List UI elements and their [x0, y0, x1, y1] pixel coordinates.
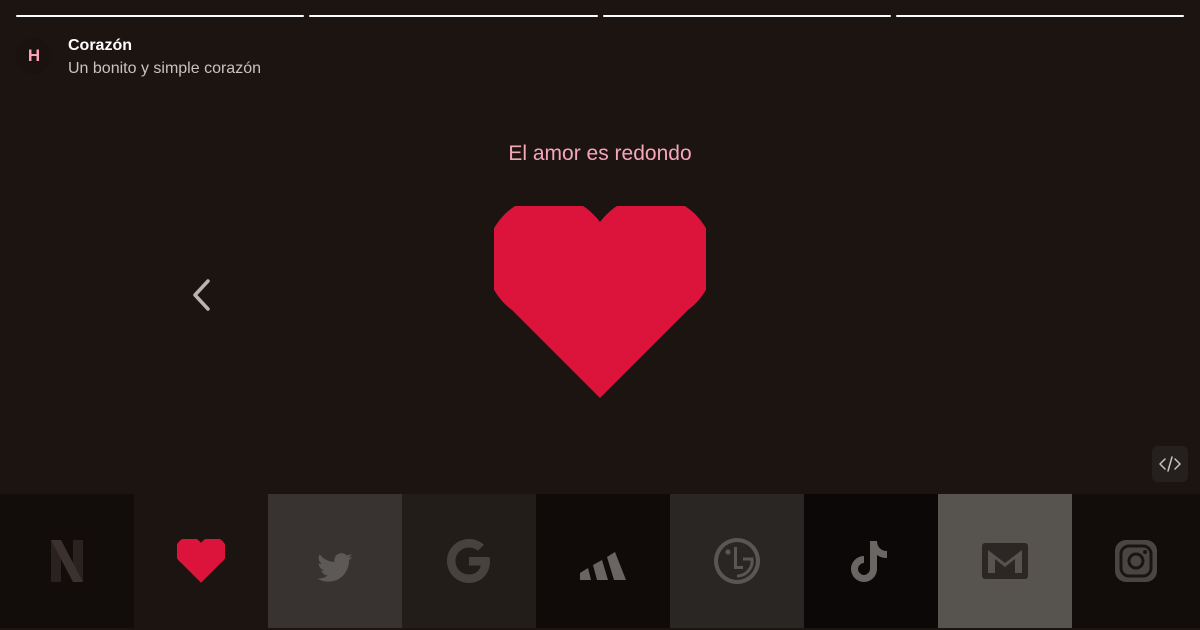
thumbnail-google[interactable]: [402, 494, 536, 628]
adidas-icon: [580, 552, 626, 580]
thumbnail-twitter[interactable]: [268, 494, 402, 628]
thumbnail-lg[interactable]: [670, 494, 804, 628]
twitter-icon: [317, 553, 353, 582]
thumbnail-tiktok[interactable]: [804, 494, 938, 628]
view-code-button[interactable]: [1152, 446, 1188, 482]
progress-segment-3: [602, 15, 891, 17]
progress-segment-4: [895, 15, 1184, 17]
story-header: H Corazón Un bonito y simple corazón: [16, 30, 261, 77]
heart-icon: [177, 539, 225, 583]
thumbnail-heart[interactable]: [134, 494, 268, 628]
progress-segment-1: [16, 15, 305, 17]
story-progress: [16, 15, 1184, 18]
thumbnail-netflix[interactable]: [0, 494, 134, 628]
story-caption: El amor es redondo: [508, 142, 692, 165]
heart-icon: [494, 206, 706, 398]
netflix-icon: [51, 540, 83, 582]
lg-icon: [714, 538, 760, 584]
thumbnail-adidas[interactable]: [536, 494, 670, 628]
instagram-icon: [1115, 540, 1157, 582]
google-icon: [447, 539, 490, 583]
chevron-left-icon: [193, 279, 210, 311]
previous-button[interactable]: [186, 276, 218, 314]
story-meta: Corazón Un bonito y simple corazón: [68, 30, 261, 77]
avatar[interactable]: H: [16, 38, 52, 74]
story-thumbnails: [0, 494, 1200, 630]
tiktok-icon: [851, 541, 887, 582]
thumbnail-mail[interactable]: [938, 494, 1072, 628]
code-icon: [1159, 456, 1181, 472]
story-title: Corazón: [68, 37, 132, 54]
progress-segment-2: [309, 15, 598, 17]
story-subtitle: Un bonito y simple corazón: [68, 60, 261, 77]
thumbnail-instagram[interactable]: [1072, 494, 1200, 628]
mail-icon: [982, 543, 1028, 579]
